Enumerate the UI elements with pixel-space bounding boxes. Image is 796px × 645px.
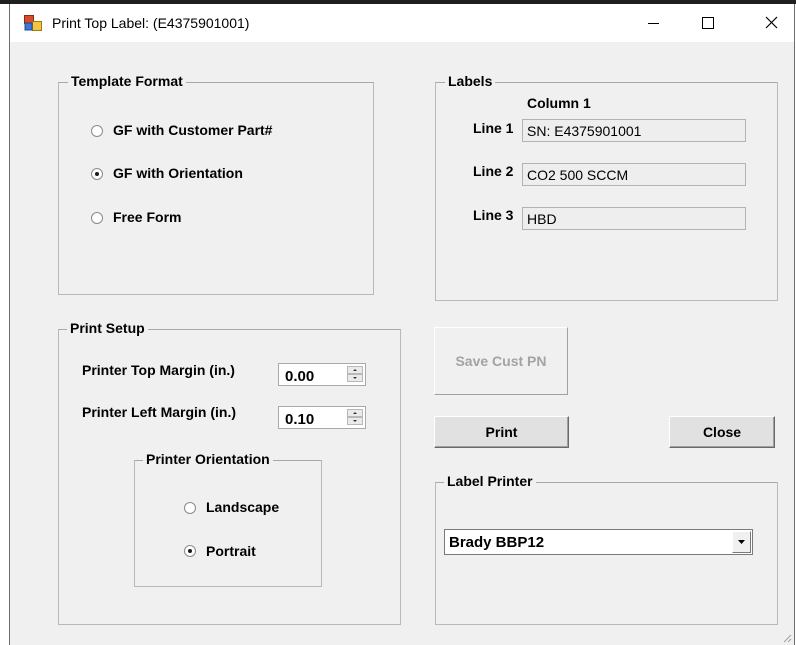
maximize-button[interactable] <box>684 4 730 42</box>
close-button[interactable]: Close <box>669 416 775 448</box>
line-3-field[interactable]: HBD <box>522 207 746 230</box>
top-margin-value[interactable]: 0.00 <box>285 368 314 385</box>
spin-down-button[interactable] <box>347 374 363 382</box>
printer-orientation-group: Printer Orientation <box>134 451 322 587</box>
top-margin-label: Printer Top Margin (in.) <box>82 362 235 378</box>
chevron-down-icon <box>353 377 357 379</box>
close-icon <box>765 16 778 29</box>
line-1-field[interactable]: SN: E4375901001 <box>522 119 746 142</box>
app-form-icon <box>24 15 42 31</box>
label-printer-selected[interactable]: Brady BBP12 <box>449 534 544 551</box>
chevron-up-icon <box>353 369 357 371</box>
title-bar[interactable]: Print Top Label: (E4375901001) <box>10 4 794 42</box>
line-2-label: Line 2 <box>473 163 514 179</box>
label-printer-select[interactable]: Brady BBP12 <box>444 529 753 555</box>
window-title: Print Top Label: (E4375901001) <box>52 15 250 31</box>
labels-legend: Labels <box>445 73 496 89</box>
spin-up-button[interactable] <box>347 366 363 374</box>
radio-label-landscape[interactable]: Landscape <box>206 499 279 515</box>
spin-up-button[interactable] <box>347 409 363 417</box>
chevron-down-icon <box>353 420 357 422</box>
print-setup-legend: Print Setup <box>67 320 148 336</box>
spin-down-button[interactable] <box>347 417 363 425</box>
radio-landscape[interactable] <box>184 502 196 514</box>
template-format-legend: Template Format <box>68 73 186 89</box>
print-top-label-window: Print Top Label: (E4375901001) Template … <box>9 4 795 645</box>
left-margin-stepper[interactable]: 0.10 <box>278 406 366 429</box>
left-margin-value[interactable]: 0.10 <box>285 411 314 428</box>
template-format-group: Template Format <box>58 73 374 295</box>
radio-free-form[interactable] <box>91 212 103 224</box>
save-cust-pn-button[interactable]: Save Cust PN <box>434 327 568 395</box>
minimize-button[interactable] <box>630 4 676 42</box>
print-button[interactable]: Print <box>434 416 569 448</box>
client-area: Template Format GF with Customer Part# G… <box>10 42 794 645</box>
resize-grip-icon[interactable] <box>780 631 792 643</box>
line-3-label: Line 3 <box>473 207 514 223</box>
radio-label-gf-customer-part[interactable]: GF with Customer Part# <box>113 122 272 138</box>
left-margin-label: Printer Left Margin (in.) <box>82 404 236 420</box>
printer-orientation-legend: Printer Orientation <box>143 451 273 467</box>
close-window-button[interactable] <box>748 4 794 42</box>
label-printer-legend: Label Printer <box>444 473 536 489</box>
chevron-down-icon <box>738 540 745 544</box>
maximize-icon <box>702 17 714 29</box>
dropdown-button[interactable] <box>732 531 751 553</box>
line-1-label: Line 1 <box>473 120 514 136</box>
radio-label-free-form[interactable]: Free Form <box>113 209 181 225</box>
column-1-header: Column 1 <box>527 95 591 111</box>
line-2-field[interactable]: CO2 500 SCCM <box>522 163 746 186</box>
minimize-icon <box>648 23 659 24</box>
radio-gf-customer-part[interactable] <box>91 125 103 137</box>
radio-gf-orientation[interactable] <box>91 168 103 180</box>
radio-label-portrait[interactable]: Portrait <box>206 543 256 559</box>
labels-group: Labels <box>435 73 778 301</box>
chevron-up-icon <box>353 412 357 414</box>
radio-portrait[interactable] <box>184 545 196 557</box>
radio-label-gf-orientation[interactable]: GF with Orientation <box>113 165 243 181</box>
top-margin-stepper[interactable]: 0.00 <box>278 363 366 386</box>
